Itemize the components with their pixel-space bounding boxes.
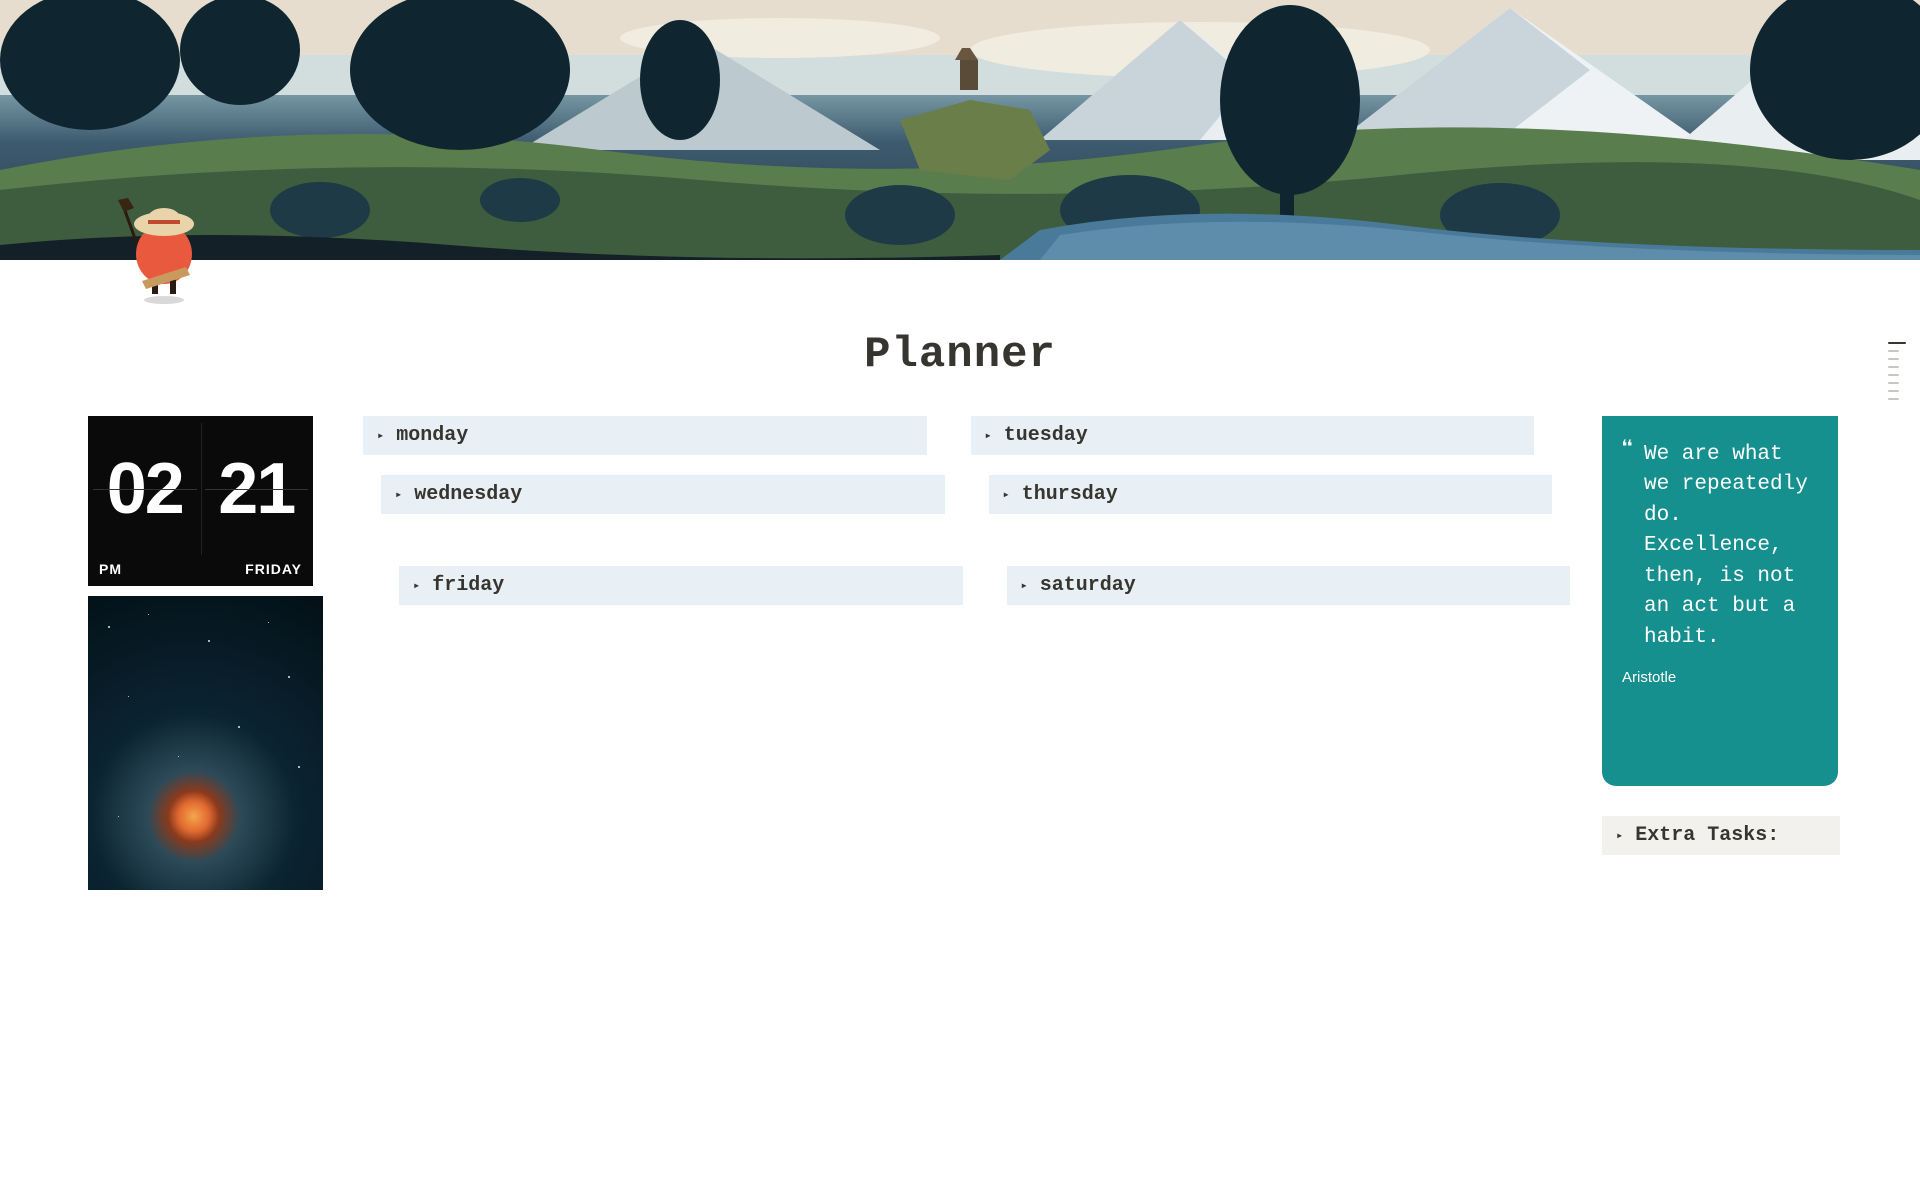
disclosure-icon: ▸ — [377, 428, 384, 443]
clock-hours: 02 — [89, 417, 201, 561]
quote-author: Aristotle — [1622, 669, 1818, 686]
disclosure-icon: ▸ — [985, 428, 992, 443]
clock-minutes: 21 — [201, 417, 313, 561]
day-label-thursday: thursday — [1022, 483, 1118, 506]
quote-icon: ❝ — [1620, 440, 1634, 464]
disclosure-icon: ▸ — [395, 487, 402, 502]
cover-image — [0, 0, 1920, 260]
page-title: Planner — [0, 330, 1920, 380]
clock-widget: 02 21 PM FRIDAY — [88, 416, 313, 586]
page-outline-indicator[interactable] — [1888, 342, 1906, 400]
day-label-wednesday: wednesday — [414, 483, 522, 506]
toggle-monday[interactable]: ▸ monday — [363, 416, 927, 455]
disclosure-icon: ▸ — [1021, 578, 1028, 593]
quote-card: ❝ We are what we repeatedly do. Excellen… — [1602, 416, 1838, 786]
toggle-thursday[interactable]: ▸ thursday — [989, 475, 1553, 514]
clock-meridiem: PM — [99, 561, 122, 577]
extra-tasks-label: Extra Tasks: — [1635, 824, 1779, 847]
clock-day: FRIDAY — [245, 561, 302, 577]
disclosure-icon: ▸ — [1003, 487, 1010, 502]
toggle-saturday[interactable]: ▸ saturday — [1007, 566, 1571, 605]
toggle-extra-tasks[interactable]: ▸ Extra Tasks: — [1602, 816, 1840, 855]
page-icon-character[interactable] — [112, 196, 212, 309]
day-label-saturday: saturday — [1040, 574, 1136, 597]
toggle-tuesday[interactable]: ▸ tuesday — [971, 416, 1535, 455]
day-label-tuesday: tuesday — [1004, 424, 1088, 447]
day-label-friday: friday — [432, 574, 504, 597]
nebula-image-widget — [88, 596, 323, 890]
disclosure-icon: ▸ — [413, 578, 420, 593]
quote-text: We are what we repeatedly do. Excellence… — [1644, 440, 1818, 653]
disclosure-icon: ▸ — [1616, 828, 1623, 843]
toggle-friday[interactable]: ▸ friday — [399, 566, 963, 605]
day-label-monday: monday — [396, 424, 468, 447]
toggle-wednesday[interactable]: ▸ wednesday — [381, 475, 945, 514]
